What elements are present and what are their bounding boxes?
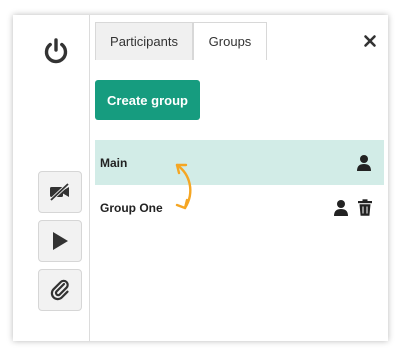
group-name: Main	[100, 155, 128, 170]
groups-dialog: Participants Groups Create group Main Gr…	[13, 15, 388, 341]
trash-icon[interactable]	[357, 199, 373, 216]
tab-participants-label: Participants	[110, 34, 178, 49]
group-name: Group One	[100, 200, 163, 215]
play-button[interactable]	[38, 220, 82, 262]
power-icon[interactable]	[41, 36, 71, 66]
paperclip-icon	[50, 279, 69, 301]
group-row-group-one[interactable]: Group One	[95, 185, 384, 230]
video-off-icon	[49, 182, 70, 202]
create-group-button[interactable]: Create group	[95, 80, 200, 120]
play-icon	[53, 232, 68, 250]
tab-groups-label: Groups	[208, 34, 252, 49]
tab-groups[interactable]: Groups	[193, 22, 267, 60]
groups-panel: Participants Groups Create group Main Gr…	[90, 15, 388, 341]
attach-button[interactable]	[38, 269, 82, 311]
left-toolbar	[13, 15, 90, 341]
tab-participants[interactable]: Participants	[95, 22, 193, 60]
close-icon[interactable]	[362, 33, 378, 49]
video-off-button[interactable]	[38, 171, 82, 213]
group-row-main[interactable]: Main	[95, 140, 384, 185]
user-icon[interactable]	[333, 199, 349, 216]
user-icon[interactable]	[356, 154, 372, 171]
